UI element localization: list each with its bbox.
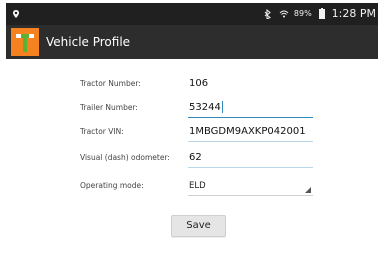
action-bar: Vehicle Profile: [6, 25, 378, 59]
tractor-number-value: 106: [189, 78, 209, 89]
dropdown-arrow-icon: [305, 187, 311, 193]
operating-mode-select[interactable]: ELD: [188, 176, 313, 196]
wifi-icon: [278, 8, 290, 20]
status-left: [10, 3, 22, 25]
odometer-row: Visual (dash) odometer: 62: [80, 148, 320, 170]
location-icon: [10, 8, 22, 20]
tractor-number-label: Tractor Number:: [80, 79, 141, 88]
time: 1:28 PM: [331, 7, 376, 20]
trailer-number-text: 53244: [189, 102, 221, 113]
android-screen: 89% 1:28 PM Vehicle Profile Tractor Numb…: [0, 0, 378, 254]
trailer-number-input[interactable]: 53244: [188, 98, 313, 118]
trailer-number-label: Trailer Number:: [80, 103, 138, 112]
operating-mode-row: Operating mode: ELD: [80, 176, 320, 198]
tractor-vin-row: Tractor VIN: 1MBGDM9AXKP042001: [80, 122, 320, 144]
screen-title: Vehicle Profile: [46, 35, 131, 49]
tractor-vin-input[interactable]: 1MBGDM9AXKP042001: [188, 122, 313, 142]
tractor-vin-label: Tractor VIN:: [80, 127, 124, 136]
odometer-input[interactable]: 62: [188, 148, 313, 168]
app-logo-icon: [11, 28, 39, 56]
bluetooth-icon: [262, 8, 274, 20]
tractor-number-row: Tractor Number: 106: [80, 74, 320, 96]
trailer-number-row: Trailer Number: 53244: [80, 98, 320, 120]
operating-mode-label: Operating mode:: [80, 181, 144, 190]
operating-mode-value: ELD: [189, 181, 206, 191]
save-button[interactable]: Save: [171, 215, 226, 237]
battery-percent: 89%: [293, 9, 312, 18]
status-right: 89% 1:28 PM: [262, 3, 376, 25]
status-bar: 89% 1:28 PM: [6, 3, 378, 25]
battery-icon: [316, 8, 328, 20]
text-cursor: [221, 101, 223, 113]
odometer-label: Visual (dash) odometer:: [80, 153, 170, 162]
